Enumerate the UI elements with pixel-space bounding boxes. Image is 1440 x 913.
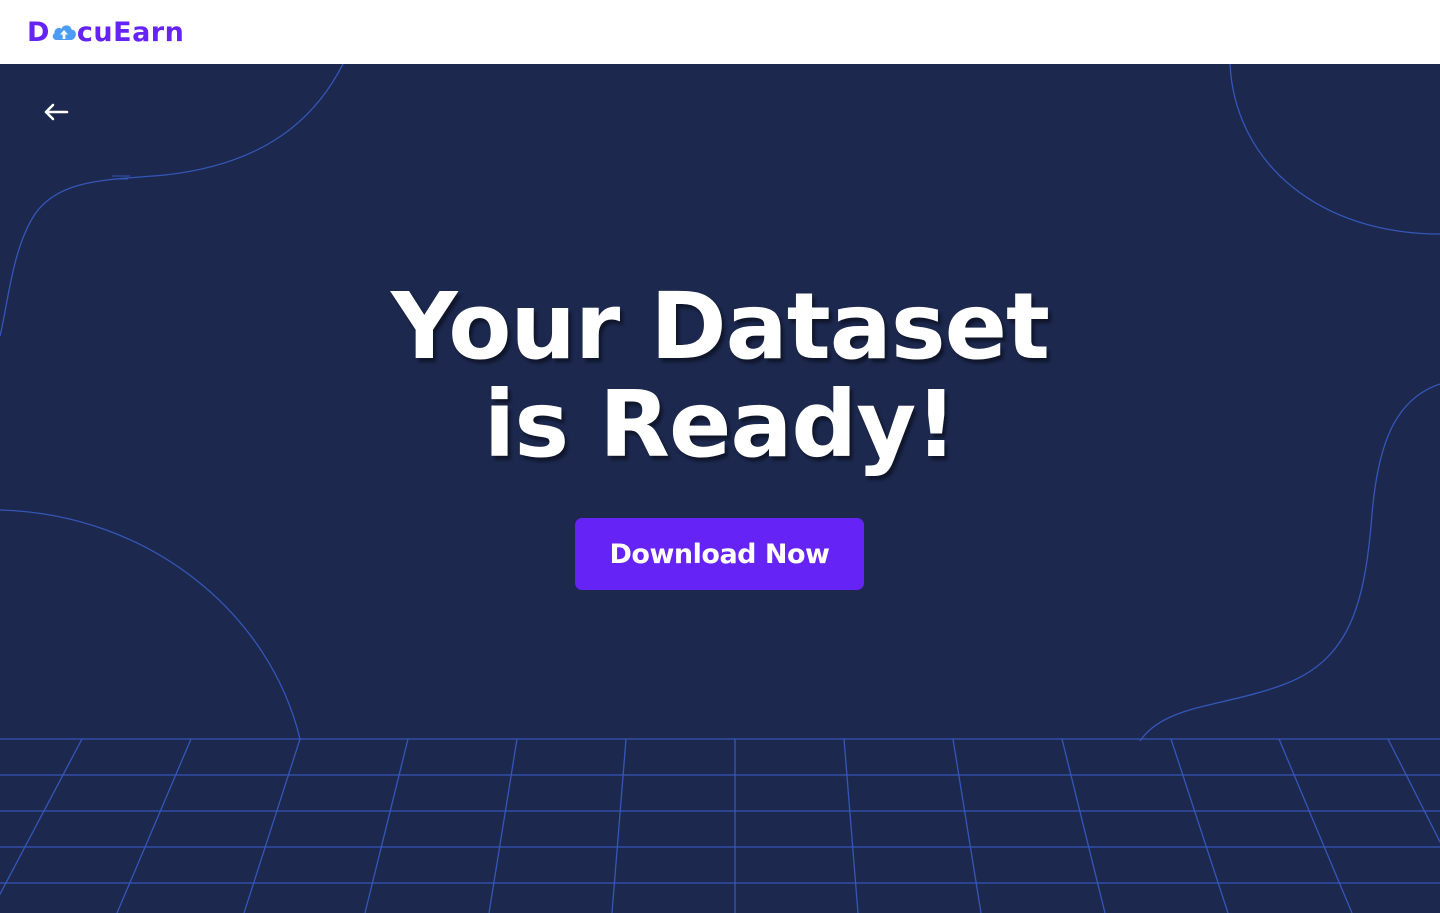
- logo-text-start: D: [27, 16, 50, 48]
- top-navigation-bar: D cuEarn: [0, 0, 1440, 64]
- page-headline: Your Dataset is Ready!: [0, 278, 1440, 474]
- hero-section: Your Dataset is Ready! Download Now: [0, 64, 1440, 913]
- background-decoration: [0, 64, 1440, 913]
- headline-line-1: Your Dataset: [391, 273, 1050, 380]
- cloud-upload-icon: [52, 25, 76, 40]
- back-button[interactable]: [38, 94, 74, 130]
- download-now-button[interactable]: Download Now: [575, 518, 864, 590]
- logo-text-end: cuEarn: [76, 16, 185, 48]
- arrow-left-icon: [44, 103, 69, 121]
- headline-line-2: is Ready!: [483, 371, 957, 478]
- docuearn-logo[interactable]: D cuEarn: [27, 12, 184, 52]
